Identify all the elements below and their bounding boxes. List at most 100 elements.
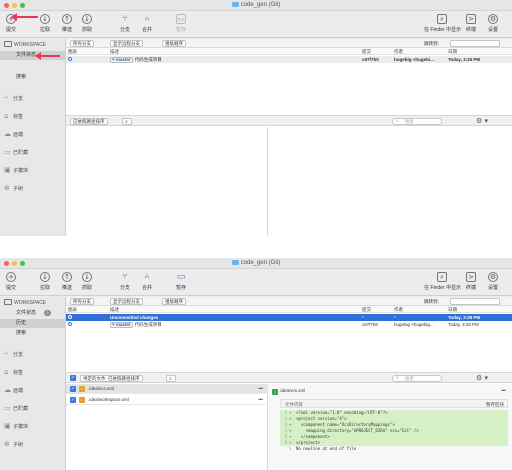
commit-button[interactable]: +提交 [0, 272, 22, 294]
settings-button[interactable]: ⚙ 设置 [482, 272, 504, 294]
fetch-button[interactable]: ↓ 抓取 [76, 272, 98, 294]
table-row[interactable]: ⑂ master 代码生成项目 c97f7b0 hugebig <hugebi..… [66, 56, 512, 63]
terminal-button[interactable]: > 终端 [460, 272, 482, 294]
sidebar-section-subtrees[interactable]: ⊛ 子树 [4, 183, 23, 193]
title-bar: code_gen (Git) [0, 258, 512, 269]
sidebar-section-stashes[interactable]: ▭ 已贮藏 [4, 403, 28, 413]
remote-branch-select[interactable]: 显示远程分支 [110, 40, 143, 47]
window-title: code_gen (Git) [0, 2, 512, 8]
filter-bar: 所有分支 显示远程分支 祖级顺序 跳转到： [66, 297, 512, 306]
search-icon: ⌕ [396, 375, 399, 381]
commit-hash: c97f7b0 [362, 57, 379, 62]
sidebar-item-search[interactable]: 搜索 [0, 329, 66, 338]
stash-button[interactable]: ▭ 暂存 [170, 272, 192, 294]
stash-icon: ▭ [4, 404, 11, 412]
sidebar-section-remotes[interactable]: ☁ 远端 [4, 129, 23, 139]
file-name: .idea/vcs.xml [88, 386, 115, 391]
branch-button[interactable]: ⑂ 分支 [114, 14, 136, 36]
sidebar-section-branches[interactable]: ⑂ 分支 [4, 349, 23, 359]
terminal-button[interactable]: > 终端 [460, 14, 482, 36]
jump-to-select[interactable] [450, 298, 500, 305]
col-commit[interactable]: 提交 [362, 306, 371, 313]
title-bar: code_gen (Git) [0, 0, 512, 11]
sidebar-section-branches[interactable]: ⑂ 分支 [4, 93, 23, 103]
workspace-header: WORKSPACE [4, 41, 46, 48]
sort-select[interactable]: 待定的文件, 已依照路径排序 [80, 375, 143, 382]
merge-icon: ⑃ [144, 272, 150, 282]
sidebar-item-file-status[interactable]: 文件状态 3 [0, 309, 66, 318]
list-item[interactable]: ✓ • .idea/vcs.xml ••• [66, 384, 268, 394]
pull-button[interactable]: ↓ 拉取 [34, 272, 56, 294]
col-author[interactable]: 作者 [394, 48, 403, 55]
merge-button[interactable]: ⑃ 合并 [136, 14, 158, 36]
col-graph[interactable]: 图表 [68, 48, 77, 55]
finder-icon: ⌕ [437, 14, 447, 24]
jump-to-select[interactable] [450, 40, 500, 47]
push-button[interactable]: ↑ 推送 [56, 14, 78, 36]
file-icon: • [272, 389, 278, 395]
merge-button[interactable]: ⑃ 合并 [136, 272, 158, 294]
more-button[interactable]: ••• [258, 384, 263, 394]
sidebar-section-submodules[interactable]: ▣ 子模块 [4, 165, 28, 175]
select-all-checkbox[interactable]: ✓ [70, 375, 76, 381]
diff-more-button[interactable]: ••• [501, 386, 506, 396]
search-input[interactable]: ⌕ 搜索 [392, 118, 442, 125]
sidebar-section-tags[interactable]: ⌂ 标签 [4, 367, 23, 377]
sort-select[interactable]: 已依照路径排序 [70, 118, 108, 125]
order-select[interactable]: 祖级顺序 [162, 40, 186, 47]
commit-description: ⑂ master 代码生成项目 [110, 57, 162, 63]
jump-to-label: 跳转到： [424, 299, 442, 304]
modified-file-icon: • [79, 397, 85, 403]
branch-tag: ⑂ master [110, 57, 133, 63]
list-item[interactable]: ✓ • .idea/workspace.xml ••• [66, 395, 268, 405]
gear-icon: ⚙ [488, 14, 498, 24]
col-date[interactable]: 日期 [448, 48, 457, 55]
sidebar-section-stashes[interactable]: ▭ 已贮藏 [4, 147, 28, 157]
table-row-uncommitted[interactable]: Uncommitted changes * * Today, 3:28 PM [66, 314, 512, 321]
col-description[interactable]: 描述 [110, 48, 119, 55]
gear-icon[interactable]: ⚙ ▾ [476, 374, 488, 382]
list-mode-toggle[interactable]: ≡ [166, 375, 176, 382]
hunk-label: 文件内容 [285, 402, 303, 407]
commit-date: Today, 3:25 PM [448, 322, 479, 327]
stage-checkbox[interactable]: ✓ [70, 397, 76, 403]
push-button[interactable]: ↑ 推送 [56, 272, 78, 294]
sidebar-section-remotes[interactable]: ☁ 远端 [4, 385, 23, 395]
stage-checkbox[interactable]: ✓ [70, 386, 76, 392]
sidebar-item-search[interactable]: 搜索 [0, 73, 66, 82]
stash-button[interactable]: ▭ 暂存 [170, 14, 192, 36]
settings-button[interactable]: ⚙ 设置 [482, 14, 504, 36]
col-author[interactable]: 作者 [394, 306, 403, 313]
col-date[interactable]: 日期 [448, 306, 457, 313]
file-list-pane: ✓ • .idea/vcs.xml ••• ✓ • .idea/workspac… [66, 384, 268, 470]
col-description[interactable]: 描述 [110, 306, 119, 313]
col-commit[interactable]: 提交 [362, 48, 371, 55]
folder-icon [231, 260, 239, 265]
col-graph[interactable]: 图表 [68, 306, 77, 313]
show-in-finder-button[interactable]: ⌕ 在 Finder 中显示 [424, 272, 461, 294]
more-button[interactable]: ••• [258, 395, 263, 405]
commit-author: hugebig <hugebi... [394, 57, 434, 62]
sidebar-section-submodules[interactable]: ▣ 子模块 [4, 421, 28, 431]
list-mode-toggle[interactable]: ≡ [122, 118, 132, 125]
gear-icon[interactable]: ⚙ ▾ [476, 117, 488, 125]
file-list-pane [66, 127, 268, 236]
branch-button[interactable]: ⑂ 分支 [114, 272, 136, 294]
branch-filter-select[interactable]: 所有分支 [70, 298, 94, 305]
fetch-button[interactable]: ↓ 抓取 [76, 14, 98, 36]
sidebar-section-tags[interactable]: ⌂ 标签 [4, 111, 23, 121]
search-input[interactable]: ⌕ 搜索 [392, 375, 442, 382]
branch-icon: ⑂ [122, 272, 128, 282]
file-list-toolbar: 已依照路径排序 ≡ ⌕ 搜索 ⚙ ▾ [66, 115, 512, 126]
stage-hunk-button[interactable]: 暂存区块 [486, 400, 504, 409]
show-in-finder-button[interactable]: ⌕ 在 Finder 中显示 [424, 14, 461, 36]
graph-node [68, 56, 72, 63]
diff-pane [268, 127, 512, 236]
branch-filter-select[interactable]: 所有分支 [70, 40, 94, 47]
arrow-down-icon: ↓ [40, 14, 50, 24]
sidebar-section-subtrees[interactable]: ⊛ 子树 [4, 439, 23, 449]
remote-branch-select[interactable]: 显示远程分支 [110, 298, 143, 305]
table-row[interactable]: ⑂ master 代码生成项目 c97f7b0 hugebig <hugebig.… [66, 321, 512, 328]
sidebar-item-history[interactable]: 历史 [0, 319, 66, 328]
order-select[interactable]: 祖级顺序 [162, 298, 186, 305]
